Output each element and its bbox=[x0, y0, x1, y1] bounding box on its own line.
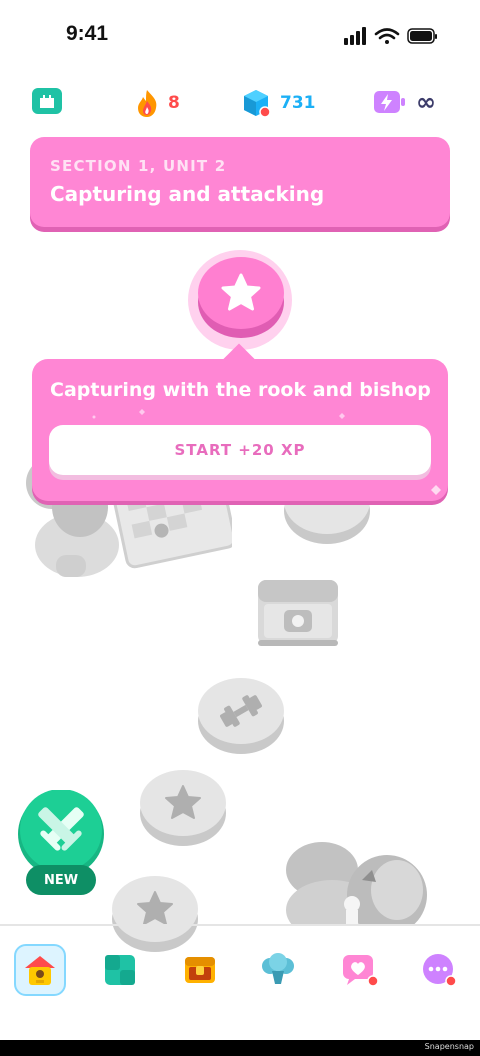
league-castle-icon bbox=[32, 88, 62, 114]
nav-tab-friends[interactable] bbox=[334, 944, 386, 996]
nav-tab-leagues[interactable] bbox=[252, 944, 304, 996]
unit-title: Capturing and attacking bbox=[50, 182, 325, 206]
gems-count: 731 bbox=[280, 93, 316, 113]
locked-lesson-node-bottom[interactable] bbox=[112, 876, 198, 942]
treasure-chest-nav-icon bbox=[185, 957, 215, 983]
bottom-nav-divider bbox=[0, 924, 480, 926]
streak-counter[interactable]: 8 bbox=[134, 88, 180, 118]
wifi-icon bbox=[374, 28, 400, 44]
streak-flame-icon bbox=[138, 90, 157, 117]
unit-banner[interactable]: SECTION 1, UNIT 2 Capturing and attackin… bbox=[30, 137, 450, 227]
nav-tab-learn[interactable] bbox=[14, 944, 66, 996]
locked-treasure-chest[interactable] bbox=[254, 574, 342, 650]
heart-message-icon bbox=[343, 955, 379, 987]
locked-characters-illustration bbox=[272, 840, 438, 940]
energy-counter[interactable]: ∞ bbox=[372, 88, 436, 116]
nav-tab-chest[interactable] bbox=[174, 944, 226, 996]
energy-battery-icon bbox=[374, 91, 405, 113]
cellular-signal-icon bbox=[344, 27, 366, 45]
lesson-popover: Capturing with the rook and bishop START… bbox=[32, 359, 448, 501]
nav-tab-practice[interactable] bbox=[94, 944, 146, 996]
locked-lesson-node[interactable] bbox=[140, 770, 226, 836]
battery-icon bbox=[407, 28, 437, 44]
gems-counter[interactable]: 731 bbox=[242, 88, 316, 118]
start-lesson-button[interactable]: START +20 XP bbox=[49, 425, 431, 475]
puzzle-board-icon bbox=[105, 955, 135, 985]
star-icon-active bbox=[221, 273, 261, 311]
gem-icon bbox=[244, 90, 271, 118]
dumbbell-icon bbox=[220, 695, 262, 727]
nav-tab-more[interactable] bbox=[414, 944, 466, 996]
unit-section-label: SECTION 1, UNIT 2 bbox=[50, 157, 227, 175]
streak-count: 8 bbox=[168, 93, 180, 113]
active-lesson-node[interactable] bbox=[198, 257, 284, 329]
league-button[interactable] bbox=[30, 86, 64, 116]
star-icon bbox=[165, 785, 201, 819]
watermark-text: Snapensnap bbox=[424, 1042, 474, 1051]
home-birdhouse-icon bbox=[25, 956, 55, 985]
treasure-chest-icon bbox=[258, 580, 338, 646]
energy-value: ∞ bbox=[416, 88, 436, 116]
lesson-popover-title: Capturing with the rook and bishop bbox=[50, 379, 431, 401]
locked-practice-node[interactable] bbox=[198, 678, 284, 744]
status-icons bbox=[344, 26, 440, 46]
star-icon-bottom bbox=[137, 891, 173, 925]
status-time: 9:41 bbox=[66, 22, 109, 45]
watermark-bar: Snapensnap bbox=[0, 1040, 480, 1056]
new-badge: NEW bbox=[26, 865, 96, 895]
more-dots-icon bbox=[423, 954, 457, 987]
trophy-bush-icon bbox=[262, 953, 294, 984]
